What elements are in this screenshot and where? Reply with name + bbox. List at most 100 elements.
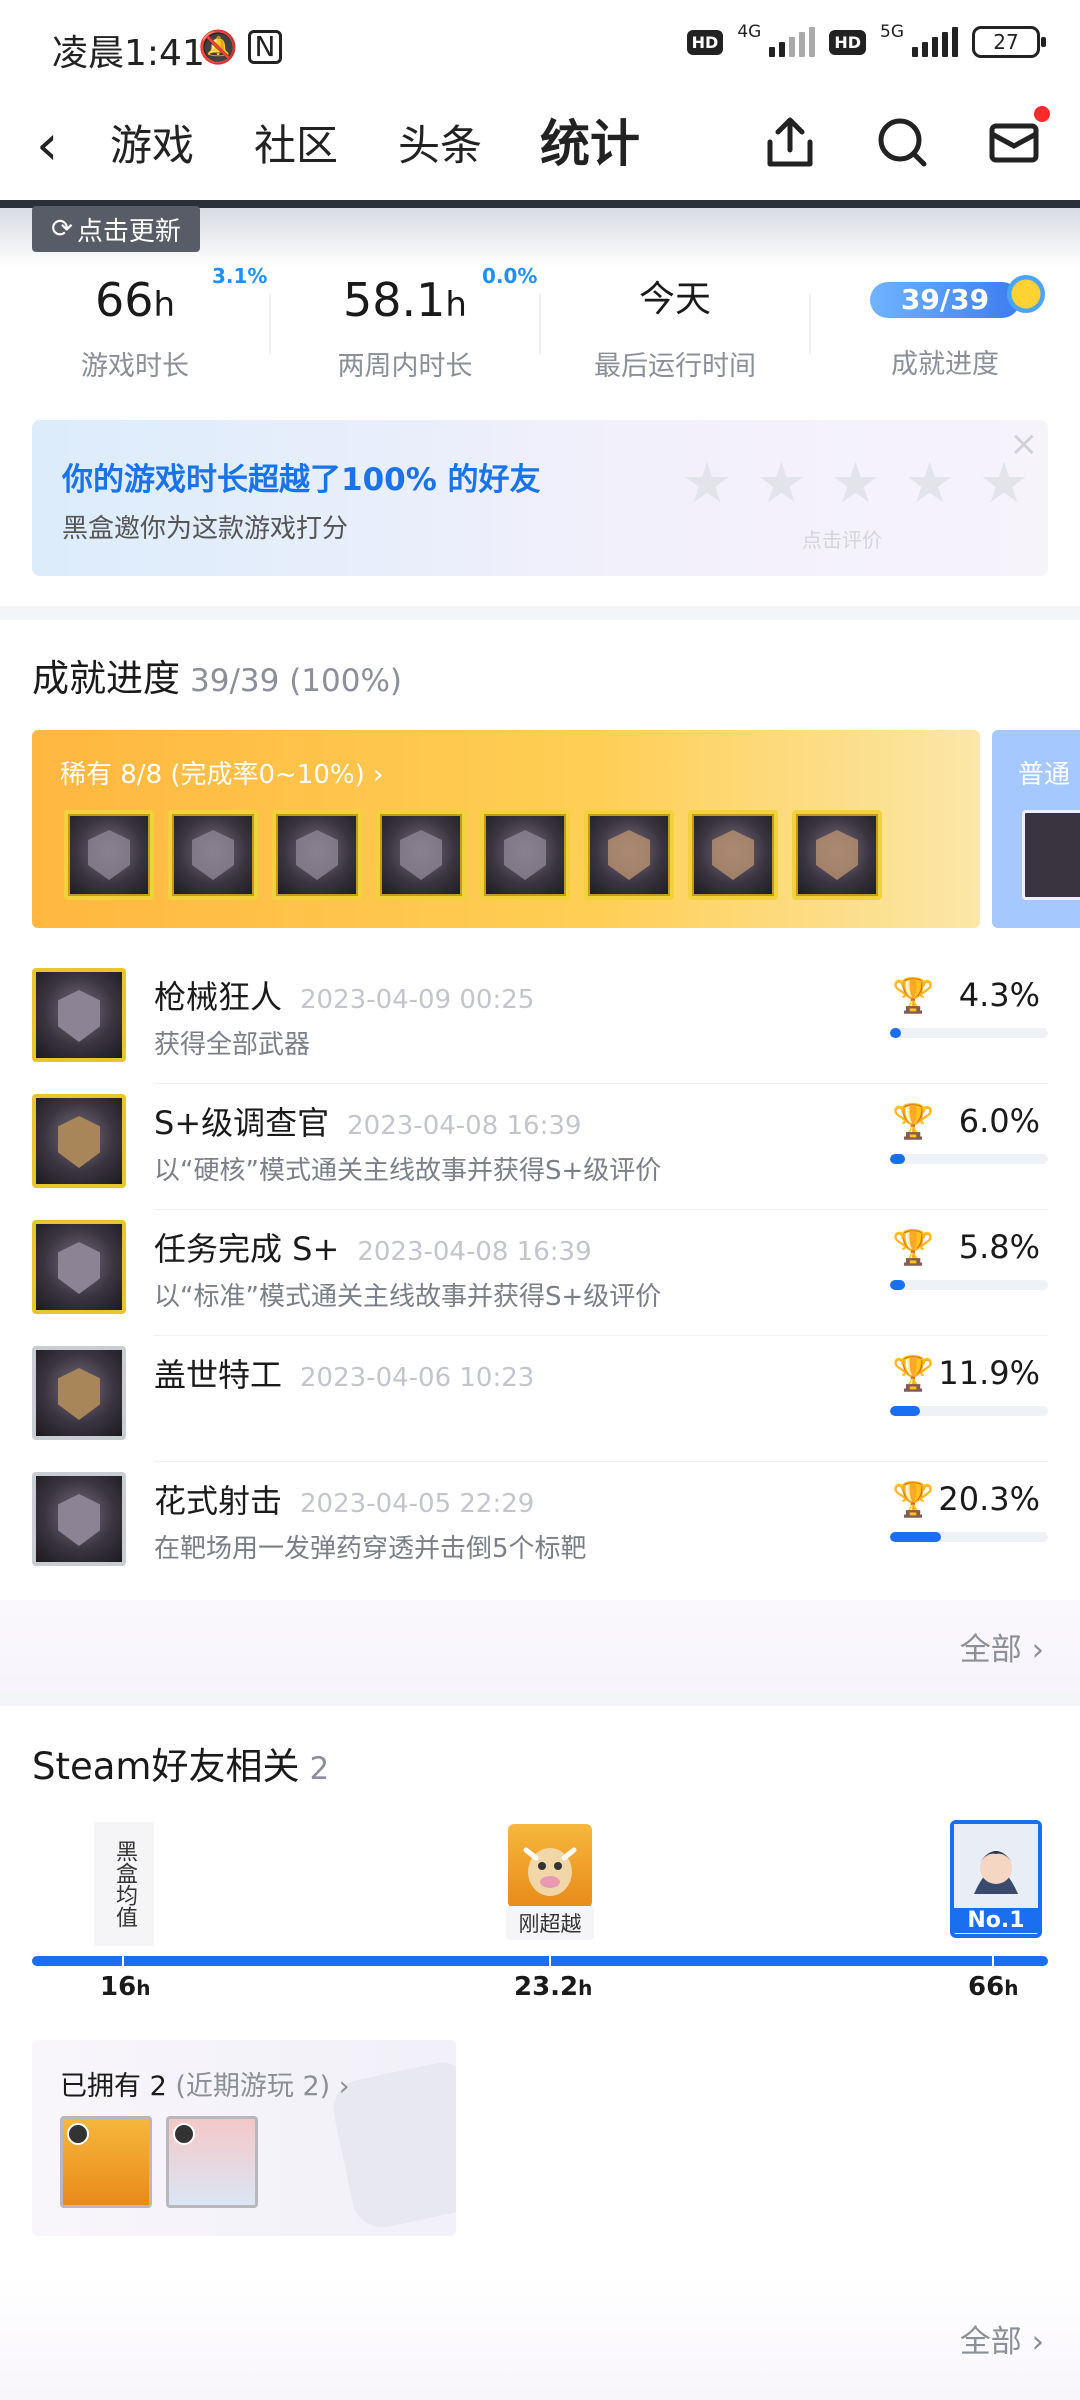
star-icon[interactable]: ★ xyxy=(979,456,1029,512)
rate-bar xyxy=(890,1154,1048,1164)
rate-bar xyxy=(890,1280,1048,1290)
tab-headlines[interactable]: 头条 xyxy=(398,112,482,173)
tick-value: 16 xyxy=(100,1972,137,2002)
tick-unit: h xyxy=(1004,1976,1019,2000)
refresh-label: 点击更新 xyxy=(76,216,181,247)
achievement-pill: 39/39 xyxy=(870,272,1048,318)
clock-icon xyxy=(67,2123,89,2145)
playtime-ruler xyxy=(32,1956,1048,1966)
chevron-right-icon: › xyxy=(1031,2324,1044,2360)
friends-count: 2 xyxy=(309,1751,330,1787)
trophy-icon: 🏆 xyxy=(892,1102,935,1142)
owned-count: 已拥有 2 xyxy=(60,2071,167,2102)
achievement-badge xyxy=(688,810,778,900)
achievements-footer: 全部 › xyxy=(0,1600,1080,1692)
achievement-date: 2023-04-08 16:39 xyxy=(357,1237,592,1267)
star-icon[interactable]: ★ xyxy=(756,456,806,512)
rate-bar-fill xyxy=(890,1280,905,1290)
star-icon[interactable]: ★ xyxy=(830,456,880,512)
achievement-label: 成就进度 xyxy=(891,349,999,380)
rate-bar xyxy=(890,1532,1048,1542)
rate-bar xyxy=(890,1028,1048,1038)
owned-friends-card[interactable]: 已拥有 2 (近期游玩 2) › xyxy=(32,2040,456,2236)
search-icon[interactable] xyxy=(872,112,932,172)
achievement-date: 2023-04-09 00:25 xyxy=(300,985,535,1015)
achievement-icon xyxy=(32,1094,126,1188)
achievement-row[interactable]: 枪械狂人 2023-04-09 00:25 获得全部武器 🏆 4.3% xyxy=(0,958,1080,1084)
section-divider xyxy=(0,606,1080,620)
owned-label: 已拥有 2 (近期游玩 2) › xyxy=(60,2064,350,2103)
achievements-progress: 39/39 (100%) xyxy=(190,663,403,699)
rare-achievements-card[interactable]: 稀有 8/8 (完成率0~10%) › xyxy=(32,730,980,928)
close-icon[interactable]: × xyxy=(1010,424,1039,464)
ruler-tick xyxy=(549,1950,551,1972)
friends-title: Steam好友相关 xyxy=(32,1745,300,1788)
signal-icon xyxy=(769,27,816,57)
cow-avatar-icon xyxy=(523,1847,577,1896)
mail-button[interactable] xyxy=(984,106,1050,172)
achievement-rate: 20.3% xyxy=(938,1480,1040,1518)
hd-badge: HD xyxy=(686,29,724,55)
owned-friend-avatar[interactable] xyxy=(166,2116,258,2208)
tick-label-friend: 23.2h xyxy=(514,1972,592,2002)
tab-games[interactable]: 游戏 xyxy=(110,112,194,173)
achievement-icon xyxy=(32,1472,126,1566)
clock-icon xyxy=(173,2123,195,2145)
status-time: 凌晨1:41 xyxy=(52,33,205,74)
friends-all-link[interactable]: 全部 › xyxy=(960,2316,1044,2361)
achievement-name-line: 花式射击 2023-04-05 22:29 xyxy=(154,1476,534,1522)
medal-icon xyxy=(1004,272,1048,316)
all-label: 全部 xyxy=(959,2324,1022,2360)
refresh-icon: ⟳ xyxy=(51,214,73,244)
stats-row: 66h 3.1% 游戏时长 58.1h 0.0% 两周内时长 今天 最后运行时间… xyxy=(0,264,1080,400)
rare-badges xyxy=(64,810,882,900)
share-icon[interactable] xyxy=(760,112,820,172)
average-marker: 黑盒均值 xyxy=(94,1822,154,1946)
friend-avatar[interactable] xyxy=(508,1824,592,1908)
achievement-desc: 以“标准”模式通关主线故事并获得S+级评价 xyxy=(154,1282,662,1312)
stat-playtime: 66h 3.1% 游戏时长 xyxy=(0,264,270,383)
chevron-right-icon: › xyxy=(1031,1632,1044,1668)
achievement-row[interactable]: 盖世特工 2023-04-06 10:23 🏆 11.9% xyxy=(0,1336,1080,1462)
achievement-name-line: 任务完成 S+ 2023-04-08 16:39 xyxy=(154,1224,592,1270)
tab-community[interactable]: 社区 xyxy=(254,112,338,173)
achievement-name-line: 盖世特工 2023-04-06 10:23 xyxy=(154,1350,534,1396)
achievement-desc: 在靶场用一发弹药穿透并击倒5个标靶 xyxy=(154,1534,587,1564)
star-icon[interactable]: ★ xyxy=(682,456,732,512)
owned-friend-avatar[interactable] xyxy=(60,2116,152,2208)
top-nav: ‹ 游戏 社区 头条 统计 xyxy=(0,96,1080,200)
playtime-unit: h xyxy=(153,285,176,325)
tick-unit: h xyxy=(578,1976,593,2000)
trophy-icon: 🏆 xyxy=(892,1480,935,1520)
achievement-rate: 5.8% xyxy=(958,1228,1040,1266)
just-passed-tag: 刚超越 xyxy=(506,1906,594,1940)
tab-stats[interactable]: 统计 xyxy=(540,104,640,176)
rank-badge: No.1 xyxy=(950,1908,1042,1933)
stat-last-run: 今天 最后运行时间 xyxy=(540,270,810,383)
achievement-name: 盖世特工 xyxy=(154,1356,283,1394)
status-bar: 凌晨1:41 🔕 N HD 4G HD 5G 27 xyxy=(0,0,1080,96)
normal-achievements-card[interactable]: 普通 xyxy=(992,730,1080,928)
achievements-all-link[interactable]: 全部 › xyxy=(960,1624,1044,1669)
star-rating[interactable]: ★ ★ ★ ★ ★ xyxy=(682,456,1029,512)
refresh-button[interactable]: ⟳ 点击更新 xyxy=(32,206,200,252)
back-arrow-icon[interactable]: ‹ xyxy=(36,118,58,174)
star-icon[interactable]: ★ xyxy=(905,456,955,512)
achievement-name: 花式射击 xyxy=(154,1482,283,1520)
stat-achievement[interactable]: 39/39 成就进度 xyxy=(810,270,1080,381)
tick-unit: h xyxy=(136,1976,151,2000)
achievement-desc: 获得全部武器 xyxy=(154,1030,311,1060)
rate-bar-fill xyxy=(890,1532,942,1542)
last-run-label: 最后运行时间 xyxy=(594,351,756,382)
two-weeks-label: 两周内时长 xyxy=(337,351,473,382)
achievement-value: 39/39 xyxy=(900,283,990,316)
battery-icon: 27 xyxy=(972,26,1046,58)
achievement-row[interactable]: 任务完成 S+ 2023-04-08 16:39 以“标准”模式通关主线故事并获得S… xyxy=(0,1210,1080,1336)
playtime-change: 3.1% xyxy=(212,264,268,288)
achievement-row[interactable]: 花式射击 2023-04-05 22:29 在靶场用一发弹药穿透并击倒5个标靶 🏆 20… xyxy=(0,1462,1080,1588)
friends-heading: Steam好友相关 2 xyxy=(32,1736,329,1790)
achievement-icon xyxy=(32,1346,126,1440)
achievement-rate: 4.3% xyxy=(958,976,1040,1014)
achievement-name: 任务完成 S+ xyxy=(154,1230,340,1268)
achievement-row[interactable]: S+级调查官 2023-04-08 16:39 以“硬核”模式通关主线故事并获得S+… xyxy=(0,1084,1080,1210)
